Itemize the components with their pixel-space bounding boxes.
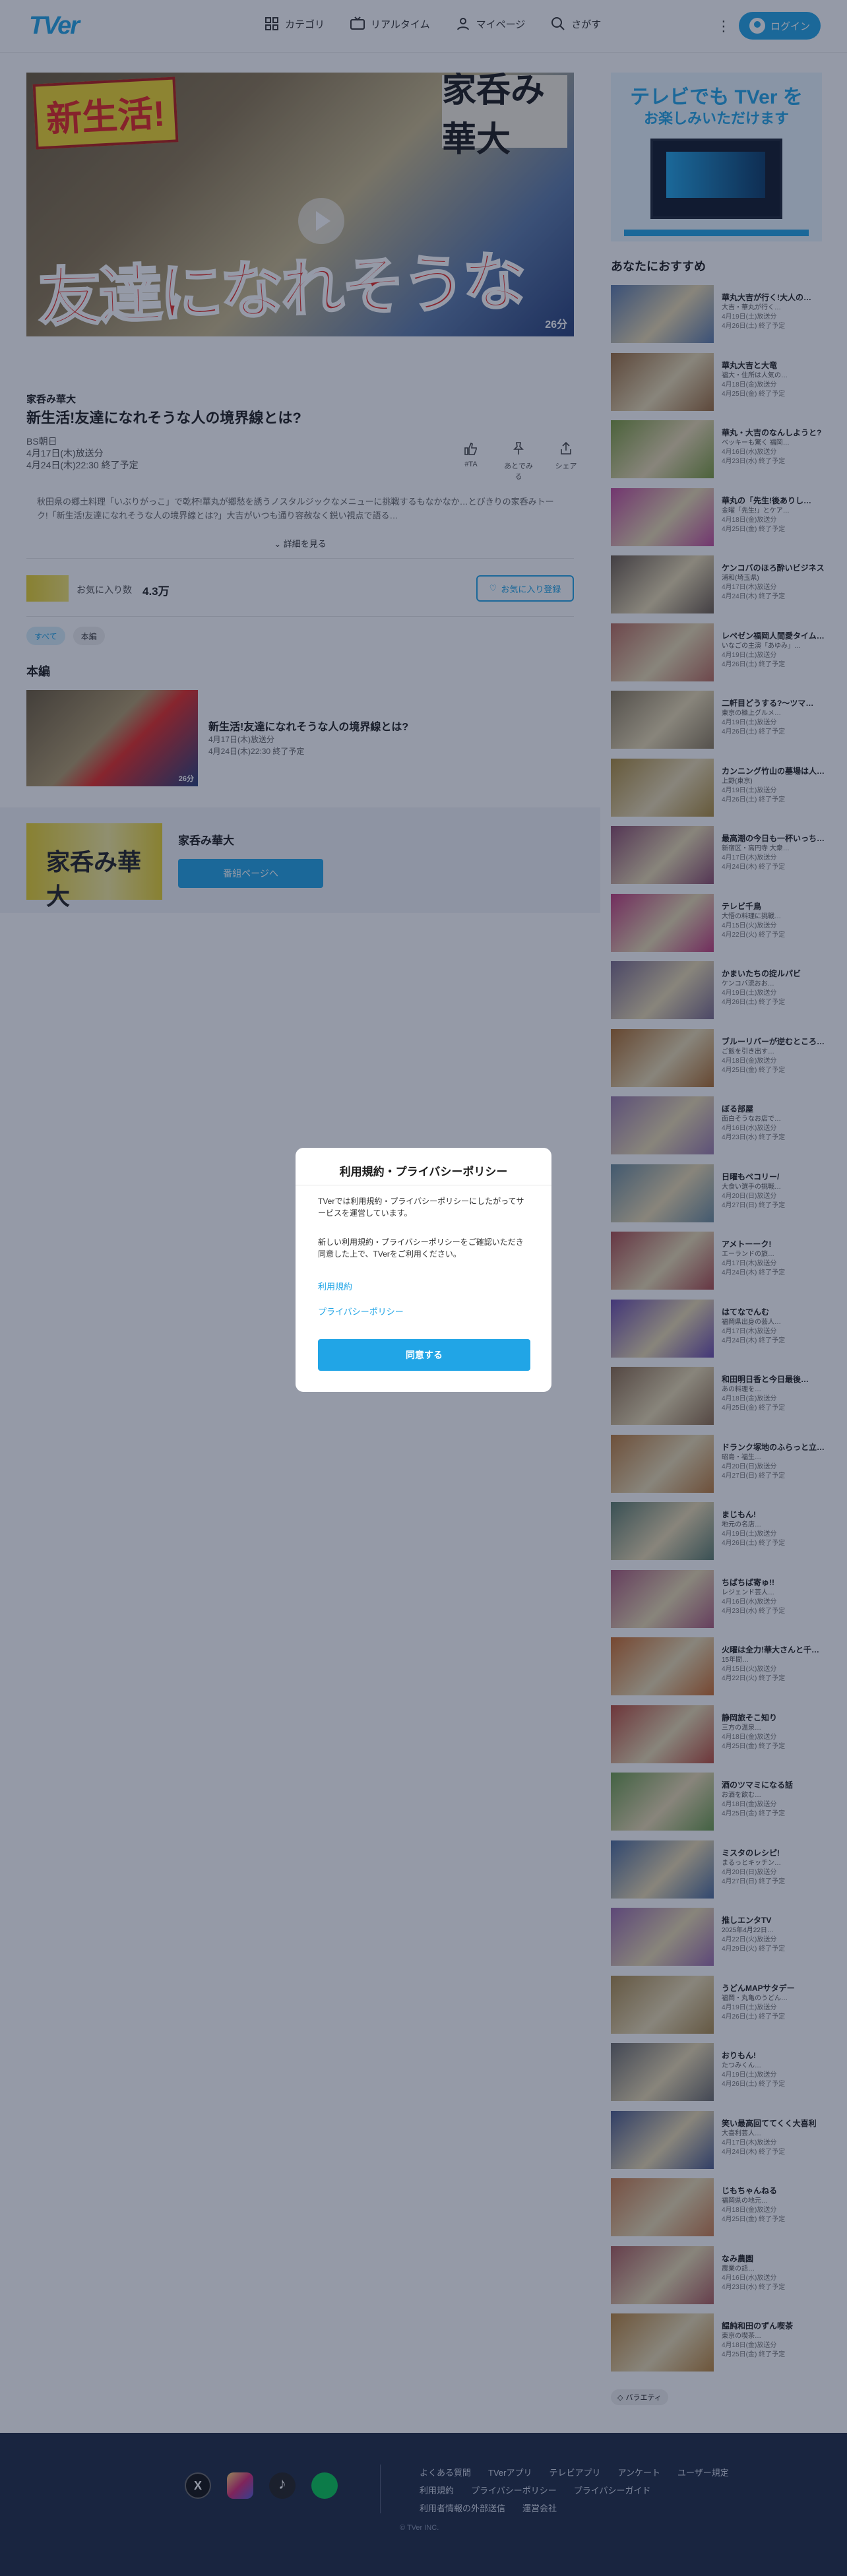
agree-button[interactable]: 同意する	[318, 1339, 530, 1371]
modal-text-2: 新しい利用規約・プライバシーポリシーをご確認いただき同意した上で、TVerをご利…	[318, 1238, 524, 1259]
privacy-link[interactable]: プライバシーポリシー	[318, 1305, 404, 1317]
page: TVer カテゴリ リアルタイム マイページ さがす ⋮ ログイン 新生活! 家…	[0, 0, 847, 2576]
modal-title: 利用規約・プライバシーポリシー	[339, 1166, 508, 1178]
terms-link[interactable]: 利用規約	[318, 1280, 352, 1292]
modal-text-1: TVerでは利用規約・プライバシーポリシーにしたがってサービスを運営しています。	[318, 1197, 524, 1218]
terms-modal: 利用規約・プライバシーポリシー TVerでは利用規約・プライバシーポリシーにした…	[296, 1148, 551, 1392]
